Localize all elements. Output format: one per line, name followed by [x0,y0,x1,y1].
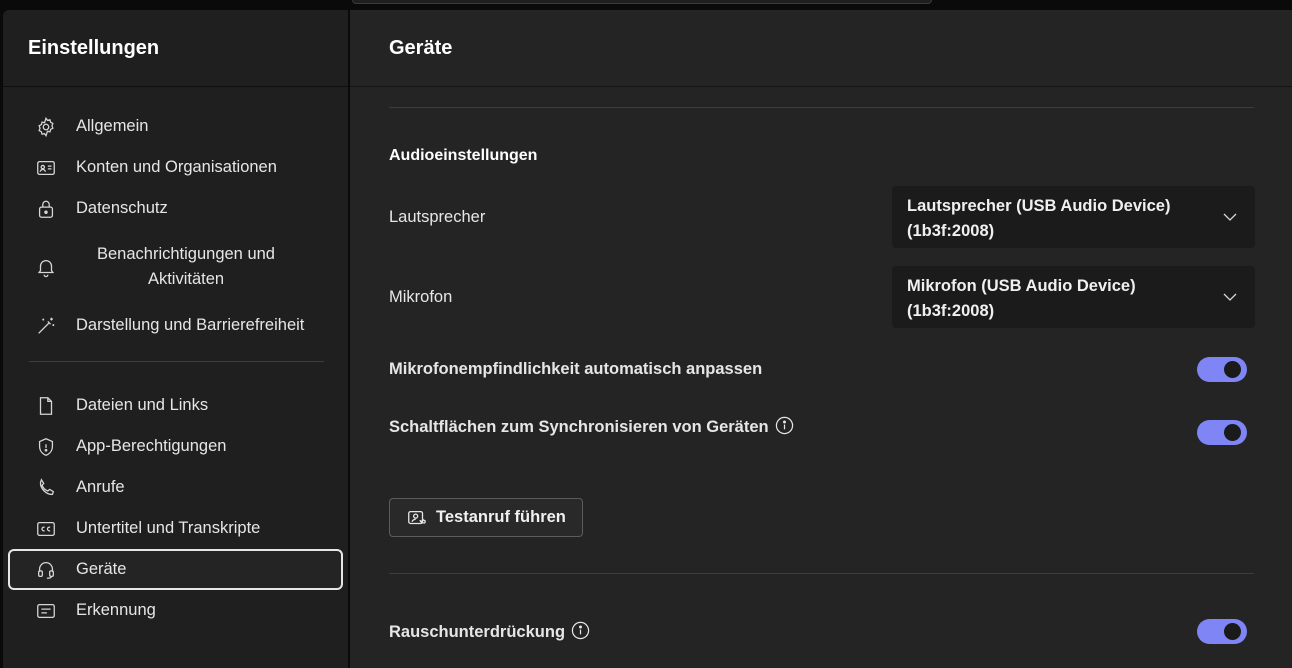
toggle-knob [1224,424,1241,441]
info-icon[interactable] [571,621,590,640]
search-box[interactable] [352,0,932,4]
speaker-row: Lautsprecher Lautsprecher (USB Audio Dev… [389,186,1255,248]
sidebar-item-label: Anrufe [76,478,125,496]
speaker-value-line2: (1b3f:2008) [907,222,995,240]
noise-suppression-label-wrap: Rauschunterdrückung [389,621,590,642]
auto-adjust-row: Mikrofonempfindlichkeit automatisch anpa… [389,357,1255,382]
section-divider-top [389,107,1254,108]
sidebar-item-label: Datenschutz [76,199,168,217]
sync-buttons-row: Schaltflächen zum Synchronisieren von Ge… [389,414,1255,445]
sidebar-item-label: Untertitel und Transkripte [76,519,261,537]
audio-section-title: Audioeinstellungen [389,147,538,164]
sidebar-item-dateien[interactable]: Dateien und Links [8,385,343,426]
bell-icon [35,256,57,278]
sidebar-item-app-berechtigungen[interactable]: App-Berechtigungen [8,426,343,467]
person-call-icon [406,507,428,529]
sidebar-divider [29,361,324,362]
sidebar-item-geraete[interactable]: Geräte [8,549,343,590]
test-call-label: Testanruf führen [436,508,566,526]
settings-nav: Allgemein Konten und Organisationen Date… [3,87,348,631]
sidebar-item-label: Darstellung und Barrierefreiheit [76,316,305,334]
auto-adjust-label: Mikrofonempfindlichkeit automatisch anpa… [389,360,763,378]
sidebar-item-allgemein[interactable]: Allgemein [8,106,343,147]
noise-suppression-label: Rauschunterdrückung [389,623,566,641]
title-bar [0,0,1292,10]
sync-buttons-label-wrap: Schaltflächen zum Synchronisieren von Ge… [389,416,794,437]
gear-icon [35,116,57,138]
closed-caption-icon [35,518,57,540]
audio-section-header: Audioeinstellungen [389,147,1255,165]
microphone-value-line2: (1b3f:2008) [907,302,995,320]
speaker-label: Lautsprecher [389,208,486,226]
sidebar-item-label: Konten und Organisationen [76,158,277,176]
sidebar-item-benachrichtigungen[interactable]: Benachrichtigungen und Aktivitäten [8,229,343,305]
chevron-down-icon [1223,213,1237,221]
document-icon [35,395,57,417]
sidebar-item-label: Allgemein [76,117,149,135]
sidebar-item-darstellung[interactable]: Darstellung und Barrierefreiheit [8,305,343,346]
section-divider-bottom [389,573,1254,574]
speaker-dropdown[interactable]: Lautsprecher (USB Audio Device) (1b3f:20… [892,186,1255,248]
sidebar-item-label: Dateien und Links [76,396,209,414]
lock-icon [35,198,57,220]
sidebar-title: Einstellungen [28,36,160,59]
info-icon[interactable] [775,416,794,435]
settings-main: Geräte Audioeinstellungen Lautsprecher L… [350,10,1292,668]
sync-buttons-label: Schaltflächen zum Synchronisieren von Ge… [389,418,769,436]
chevron-down-icon [1223,293,1237,301]
microphone-dropdown[interactable]: Mikrofon (USB Audio Device) (1b3f:2008) [892,266,1255,328]
auto-adjust-toggle[interactable] [1197,357,1247,382]
sidebar-item-konten[interactable]: Konten und Organisationen [8,147,343,188]
noise-suppression-row: Rauschunterdrückung [389,619,1255,644]
shield-icon [35,436,57,458]
sidebar-item-label: Erkennung [76,601,156,619]
sidebar-item-label: App-Berechtigungen [76,437,227,455]
id-card-icon [35,157,57,179]
microphone-row: Mikrofon Mikrofon (USB Audio Device) (1b… [389,266,1255,328]
magic-wand-icon [35,315,57,337]
noise-suppression-toggle[interactable] [1197,619,1247,644]
sidebar-item-label: Benachrichtigungen und Aktivitäten [97,245,275,288]
headset-icon [35,559,57,581]
sidebar-item-untertitel[interactable]: Untertitel und Transkripte [8,508,343,549]
test-call-button[interactable]: Testanruf führen [389,498,583,537]
microphone-label: Mikrofon [389,288,453,306]
sync-buttons-toggle[interactable] [1197,420,1247,445]
microphone-value-line1: Mikrofon (USB Audio Device) [907,277,1136,295]
sidebar-item-anrufe[interactable]: Anrufe [8,467,343,508]
settings-sidebar: Einstellungen Allgemein Konten und Organ… [3,10,348,668]
phone-icon [35,477,57,499]
speaker-value-line1: Lautsprecher (USB Audio Device) [907,197,1171,215]
sidebar-item-erkennung[interactable]: Erkennung [8,590,343,631]
toggle-knob [1224,361,1241,378]
main-header: Geräte [350,10,1292,87]
toggle-knob [1224,623,1241,640]
sidebar-item-label: Geräte [76,560,127,578]
sidebar-item-datenschutz[interactable]: Datenschutz [8,188,343,229]
text-box-icon [35,600,57,622]
sidebar-header: Einstellungen [3,10,348,87]
page-title: Geräte [389,36,453,59]
